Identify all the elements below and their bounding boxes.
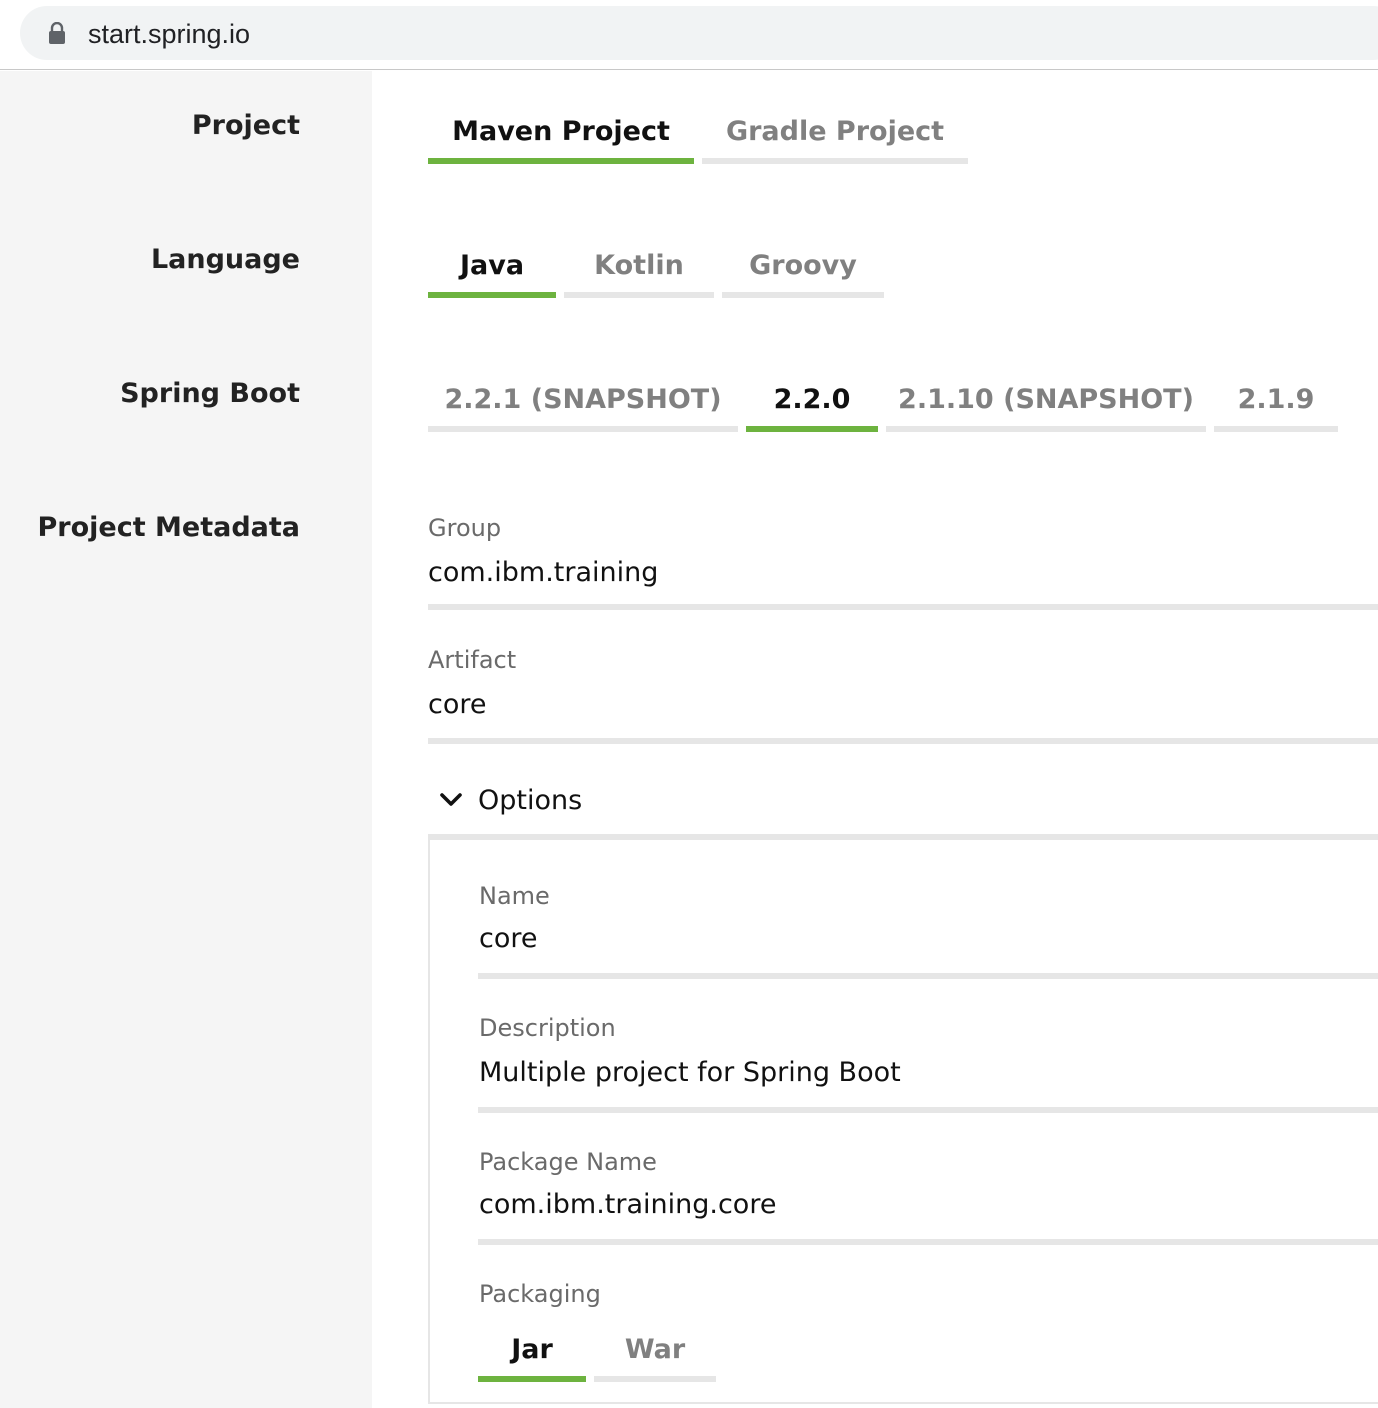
options-toggle[interactable]: Options bbox=[436, 780, 582, 820]
description-input[interactable]: Multiple project for Spring Boot bbox=[479, 1057, 901, 1088]
tab-boot-2-1-9[interactable]: 2.1.9 bbox=[1214, 372, 1338, 432]
section-label-spring-boot: Spring Boot bbox=[120, 378, 300, 409]
tab-war[interactable]: War bbox=[594, 1322, 716, 1382]
tab-boot-2-2-0[interactable]: 2.2.0 bbox=[746, 372, 878, 432]
section-label-language: Language bbox=[150, 244, 300, 275]
url-text[interactable]: start.spring.io bbox=[88, 19, 250, 50]
chevron-down-icon bbox=[440, 793, 462, 806]
options-label: Options bbox=[478, 784, 583, 816]
name-underline bbox=[478, 973, 1378, 979]
tab-boot-2-1-10-snapshot[interactable]: 2.1.10 (SNAPSHOT) bbox=[886, 372, 1206, 432]
section-label-project: Project bbox=[191, 110, 300, 141]
section-label-project-metadata: Project Metadata bbox=[37, 512, 300, 543]
description-label: Description bbox=[479, 1014, 616, 1042]
group-underline bbox=[428, 604, 1378, 610]
artifact-label: Artifact bbox=[428, 646, 517, 674]
artifact-underline bbox=[428, 738, 1378, 744]
name-label: Name bbox=[479, 882, 550, 910]
address-bar[interactable]: start.spring.io bbox=[20, 6, 1378, 60]
options-panel bbox=[428, 834, 1378, 1404]
group-label: Group bbox=[428, 514, 502, 542]
package-name-input[interactable]: com.ibm.training.core bbox=[479, 1189, 776, 1220]
artifact-input[interactable]: core bbox=[428, 689, 486, 720]
tab-groovy[interactable]: Groovy bbox=[722, 238, 884, 298]
tab-boot-2-2-1-snapshot[interactable]: 2.2.1 (SNAPSHOT) bbox=[428, 372, 738, 432]
packaging-label: Packaging bbox=[479, 1280, 601, 1308]
lock-icon bbox=[49, 22, 65, 44]
tab-kotlin[interactable]: Kotlin bbox=[564, 238, 714, 298]
tab-gradle-project[interactable]: Gradle Project bbox=[702, 104, 968, 164]
tab-java[interactable]: Java bbox=[428, 238, 556, 298]
browser-toolbar: start.spring.io bbox=[0, 0, 1378, 70]
description-underline bbox=[478, 1107, 1378, 1113]
name-input[interactable]: core bbox=[479, 923, 537, 954]
tab-jar[interactable]: Jar bbox=[478, 1322, 586, 1382]
package-name-underline bbox=[478, 1239, 1378, 1245]
tab-maven-project[interactable]: Maven Project bbox=[428, 104, 694, 164]
group-input[interactable]: com.ibm.training bbox=[428, 557, 658, 588]
package-name-label: Package Name bbox=[479, 1148, 657, 1176]
